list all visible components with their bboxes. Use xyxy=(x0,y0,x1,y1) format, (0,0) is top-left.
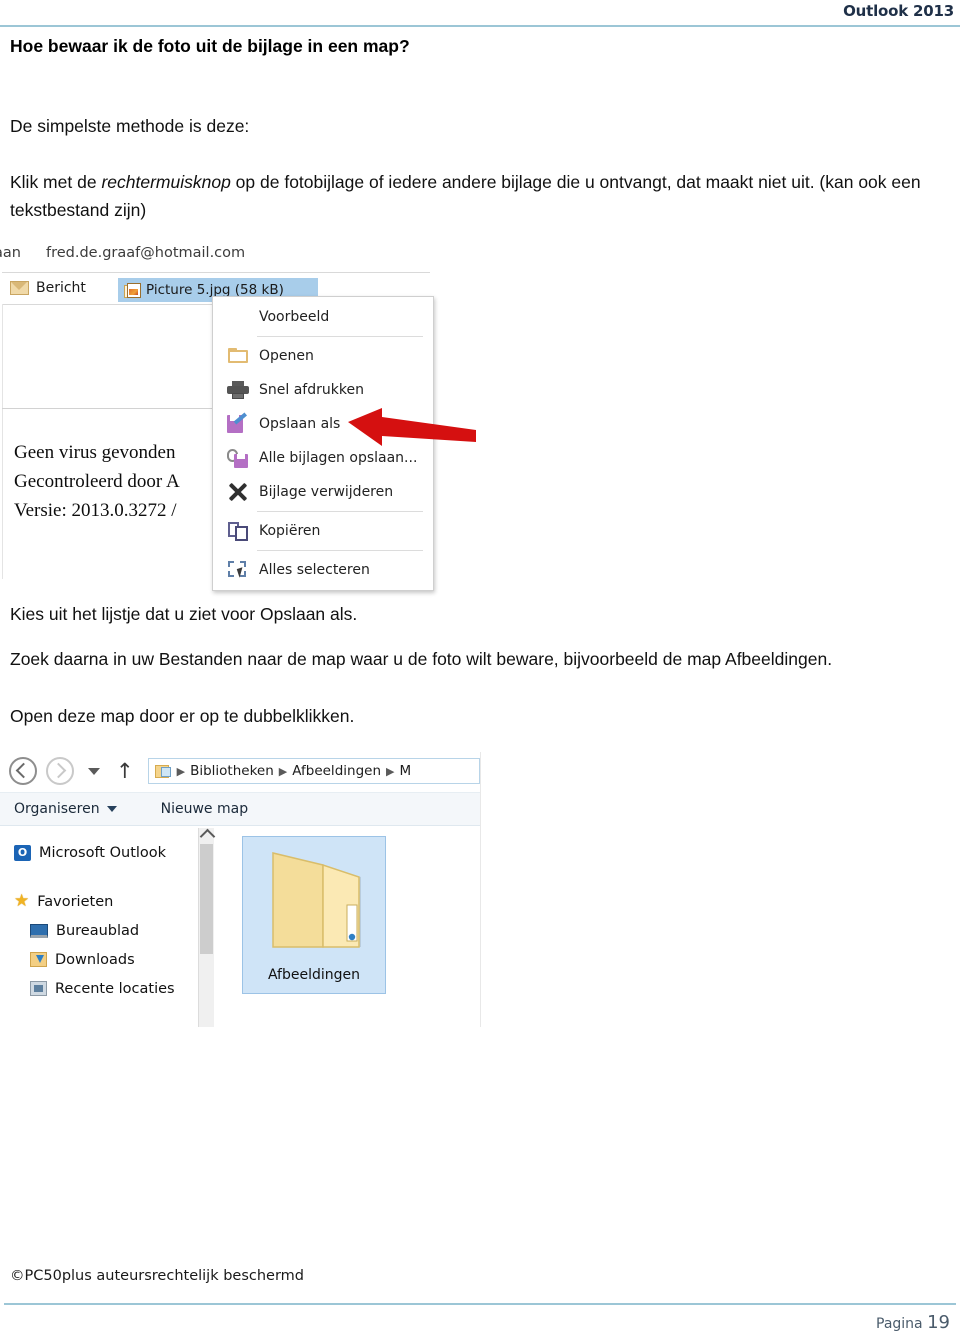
menu-item-label: Voorbeeld xyxy=(259,309,330,325)
sidebar-item-label: Favorieten xyxy=(37,893,114,910)
menu-item-bijlage-verwijderen[interactable]: Bijlage verwijderen xyxy=(213,475,433,509)
instruction-emphasis: rechtermuisknop xyxy=(101,172,231,192)
page-label: Pagina xyxy=(876,1316,923,1332)
back-button[interactable] xyxy=(9,757,37,785)
breadcrumb-separator: ▶ xyxy=(386,765,395,778)
envelope-icon xyxy=(10,281,29,295)
intro-paragraph: De simpelste methode is deze: xyxy=(10,116,250,136)
menu-item-label: Bijlage verwijderen xyxy=(259,484,394,500)
callout-arrow-icon xyxy=(348,408,476,446)
explorer-sidebar: O Microsoft Outlook ★ Favorieten Bureaub… xyxy=(0,828,198,1027)
menu-item-label: Alles selecteren xyxy=(259,562,370,578)
new-folder-button[interactable]: Nieuwe map xyxy=(161,801,248,817)
menu-item-label: Opslaan als xyxy=(259,416,341,432)
outlook-divider-top xyxy=(2,272,430,273)
sidebar-item-label: Recente locaties xyxy=(55,980,175,997)
choose-paragraph: Kies uit het lijstje dat u ziet voor Ops… xyxy=(10,604,358,624)
explorer-navigation-bar: ↑ ▶ Bibliotheken ▶ Afbeeldingen ▶ M xyxy=(0,752,480,790)
instruction-prefix: Klik met de xyxy=(10,172,102,192)
open-folder-icon xyxy=(227,348,249,364)
sidebar-item-label: Bureaublad xyxy=(56,922,140,939)
virus-line-1: Geen virus gevonden xyxy=(14,442,176,463)
save-all-attachments-icon xyxy=(227,448,249,468)
menu-separator xyxy=(257,550,423,551)
file-explorer-screenshot: ↑ ▶ Bibliotheken ▶ Afbeeldingen ▶ M Orga… xyxy=(0,752,481,1027)
footer-page-indicator: Pagina 19 xyxy=(876,1312,950,1333)
menu-item-label: Alle bijlagen opslaan... xyxy=(259,450,418,466)
menu-item-label: Openen xyxy=(259,348,314,364)
virus-line-3: Versie: 2013.0.3272 / xyxy=(14,500,177,521)
outlook-to-row: aan fred.de.graaf@hotmail.com xyxy=(0,244,430,266)
downloads-icon xyxy=(30,952,47,967)
menu-item-alles-selecteren[interactable]: Alles selecteren xyxy=(213,553,433,587)
explorer-content-pane: Afbeeldingen xyxy=(214,828,480,1027)
menu-separator xyxy=(257,336,423,337)
header-product-label: Outlook 2013 xyxy=(843,2,954,20)
menu-separator xyxy=(257,511,423,512)
outlook-icon: O xyxy=(14,844,31,861)
menu-item-label: Snel afdrukken xyxy=(259,382,364,398)
up-one-level-icon[interactable]: ↑ xyxy=(116,760,134,782)
header-rule xyxy=(0,25,960,27)
footer-copyright: ©PC50plus auteursrechtelijk beschermd xyxy=(10,1268,305,1284)
explorer-toolbar: Organiseren Nieuwe map xyxy=(0,792,480,826)
recent-locations-icon xyxy=(30,981,47,996)
sidebar-item-label: Microsoft Outlook xyxy=(39,844,167,861)
breadcrumb-item-afbeeldingen[interactable]: Afbeeldingen xyxy=(289,763,384,779)
sidebar-item-downloads[interactable]: Downloads xyxy=(0,945,198,974)
page-number: 19 xyxy=(927,1312,950,1333)
breadcrumb-item-bibliotheken[interactable]: Bibliotheken xyxy=(187,763,277,779)
virus-line-2: Gecontroleerd door A xyxy=(14,471,180,492)
organise-label: Organiseren xyxy=(14,801,100,817)
new-folder-label: Nieuwe map xyxy=(160,801,249,817)
menu-item-openen[interactable]: Openen xyxy=(213,339,433,373)
sidebar-item-recente-locaties[interactable]: Recente locaties xyxy=(0,974,198,1003)
footer-rule xyxy=(4,1303,956,1305)
folder-item-afbeeldingen[interactable]: Afbeeldingen xyxy=(242,836,386,994)
library-icon xyxy=(154,764,172,779)
sidebar-item-favorieten[interactable]: ★ Favorieten xyxy=(0,887,198,916)
sidebar-item-label: Downloads xyxy=(55,951,135,968)
scroll-up-icon[interactable] xyxy=(199,828,216,845)
message-tab[interactable]: Bericht xyxy=(10,280,86,296)
outlook-body-divider xyxy=(2,408,212,409)
instruction-paragraph: Klik met de rechtermuisknop op de fotobi… xyxy=(10,168,930,224)
copy-icon xyxy=(227,521,249,541)
organise-button[interactable]: Organiseren xyxy=(14,801,117,817)
menu-item-voorbeeld[interactable]: Voorbeeld xyxy=(213,300,433,334)
desktop-icon xyxy=(30,923,48,938)
to-field-address: fred.de.graaf@hotmail.com xyxy=(46,245,246,261)
open-folder-icon xyxy=(272,852,361,948)
select-all-icon xyxy=(227,560,249,580)
recent-locations-dropdown-icon[interactable] xyxy=(88,767,100,775)
printer-icon xyxy=(227,381,249,399)
chevron-down-icon xyxy=(106,806,117,812)
virus-scan-notice: Geen virus gevonden Gecontroleerd door A… xyxy=(14,438,180,525)
sidebar-scrollbar[interactable] xyxy=(198,828,216,1027)
search-paragraph: Zoek daarna in uw Bestanden naar de map … xyxy=(10,649,833,669)
save-as-icon xyxy=(227,411,249,434)
sidebar-item-bureaublad[interactable]: Bureaublad xyxy=(0,916,198,945)
breadcrumb-item-truncated[interactable]: M xyxy=(396,763,414,779)
menu-item-kopieren[interactable]: Kopiëren xyxy=(213,514,433,548)
to-field-label: aan xyxy=(0,245,21,261)
open-paragraph: Open deze map door er op te dubbelklikke… xyxy=(10,706,355,726)
outlook-pane-edge xyxy=(2,304,3,579)
breadcrumb-separator: ▶ xyxy=(278,765,288,778)
sidebar-item-microsoft-outlook[interactable]: O Microsoft Outlook xyxy=(0,838,198,867)
address-bar[interactable]: ▶ Bibliotheken ▶ Afbeeldingen ▶ M xyxy=(147,758,480,784)
menu-item-snel-afdrukken[interactable]: Snel afdrukken xyxy=(213,373,433,407)
folder-label: Afbeeldingen xyxy=(267,967,361,983)
message-tab-label: Bericht xyxy=(36,280,86,296)
remove-attachment-icon xyxy=(227,482,249,502)
scrollbar-thumb[interactable] xyxy=(200,844,213,954)
document-header: Outlook 2013 xyxy=(0,0,960,28)
menu-item-label: Kopiëren xyxy=(259,523,321,539)
star-icon: ★ xyxy=(14,891,30,911)
forward-button[interactable] xyxy=(46,757,74,785)
page-title: Hoe bewaar ik de foto uit de bijlage in … xyxy=(10,36,410,56)
picture-file-icon xyxy=(124,282,141,298)
breadcrumb-separator: ▶ xyxy=(176,765,186,778)
